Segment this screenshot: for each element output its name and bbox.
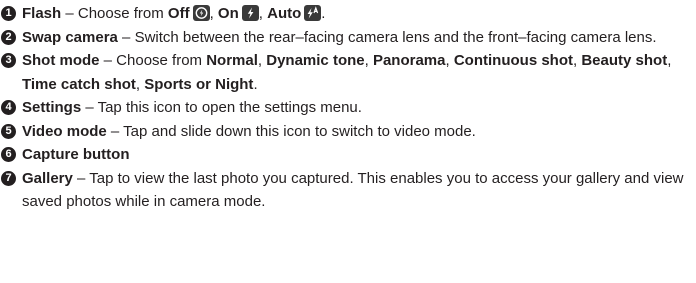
list-item-gallery: 7 Gallery – Tap to view the last photo y… — [0, 167, 694, 214]
item-title: Flash — [22, 5, 62, 22]
mode-normal: Normal — [206, 52, 258, 69]
number-badge: 7 — [1, 170, 16, 186]
item-title: Settings — [22, 99, 82, 116]
flash-on-icon — [241, 5, 259, 21]
separator: , — [258, 5, 268, 22]
number-badge: 1 — [1, 6, 16, 21]
number-badge: 6 — [1, 147, 16, 162]
list-item-swap-camera: 2 Swap camera – Switch between the rear–… — [0, 26, 694, 50]
item-text: – Choose from — [61, 5, 168, 22]
mode-dynamic-tone: Dynamic tone — [266, 52, 365, 69]
number-badge: 2 — [1, 29, 16, 45]
list-item-shot-mode: 3 Shot mode – Choose from Normal, Dynami… — [0, 49, 694, 96]
camera-options-list: 1 Flash – Choose from Off, On, Auto. 2 S… — [0, 2, 694, 214]
item-text: – Choose from — [99, 52, 207, 69]
flash-on-label: On — [217, 5, 239, 22]
item-text: – Tap this icon to open the settings men… — [81, 99, 362, 116]
number-badge: 3 — [1, 53, 16, 68]
flash-off-label: Off — [167, 5, 190, 22]
number-badge: 4 — [1, 100, 16, 115]
mode-sports-or-night: Sports or Night — [144, 75, 254, 93]
flash-auto-icon — [304, 5, 322, 21]
item-title: Video mode — [22, 122, 107, 140]
flash-off-icon — [192, 5, 210, 21]
number-badge: 5 — [1, 123, 16, 139]
list-item-capture-button: 6 Capture button — [0, 143, 694, 167]
item-title: Shot mode — [22, 52, 100, 69]
item-title: Capture button — [22, 146, 130, 163]
item-text: – Switch between the rear–facing camera … — [117, 28, 657, 46]
list-item-settings: 4 Settings – Tap this icon to open the s… — [0, 96, 694, 120]
separator: , — [667, 52, 672, 69]
item-title: Gallery — [22, 169, 73, 187]
list-item-video-mode: 5 Video mode – Tap and slide down this i… — [0, 120, 694, 144]
mode-continuous-shot: Continuous shot — [453, 52, 573, 69]
end-punct: . — [253, 75, 258, 93]
separator: , — [135, 75, 145, 93]
mode-beauty-shot: Beauty shot — [581, 52, 668, 69]
separator: , — [445, 52, 454, 69]
mode-time-catch-shot: Time catch shot — [22, 75, 136, 93]
item-text: – Tap and slide down this icon to switch… — [106, 122, 476, 140]
list-item-flash: 1 Flash – Choose from Off, On, Auto. — [0, 2, 694, 26]
mode-panorama: Panorama — [372, 52, 446, 69]
end-punct: . — [321, 5, 326, 22]
separator: , — [364, 52, 373, 69]
item-text: – Tap to view the last photo you capture… — [22, 169, 684, 211]
separator: , — [257, 52, 267, 69]
separator: , — [209, 5, 218, 22]
item-title: Swap camera — [22, 28, 118, 46]
flash-auto-label: Auto — [267, 5, 302, 22]
